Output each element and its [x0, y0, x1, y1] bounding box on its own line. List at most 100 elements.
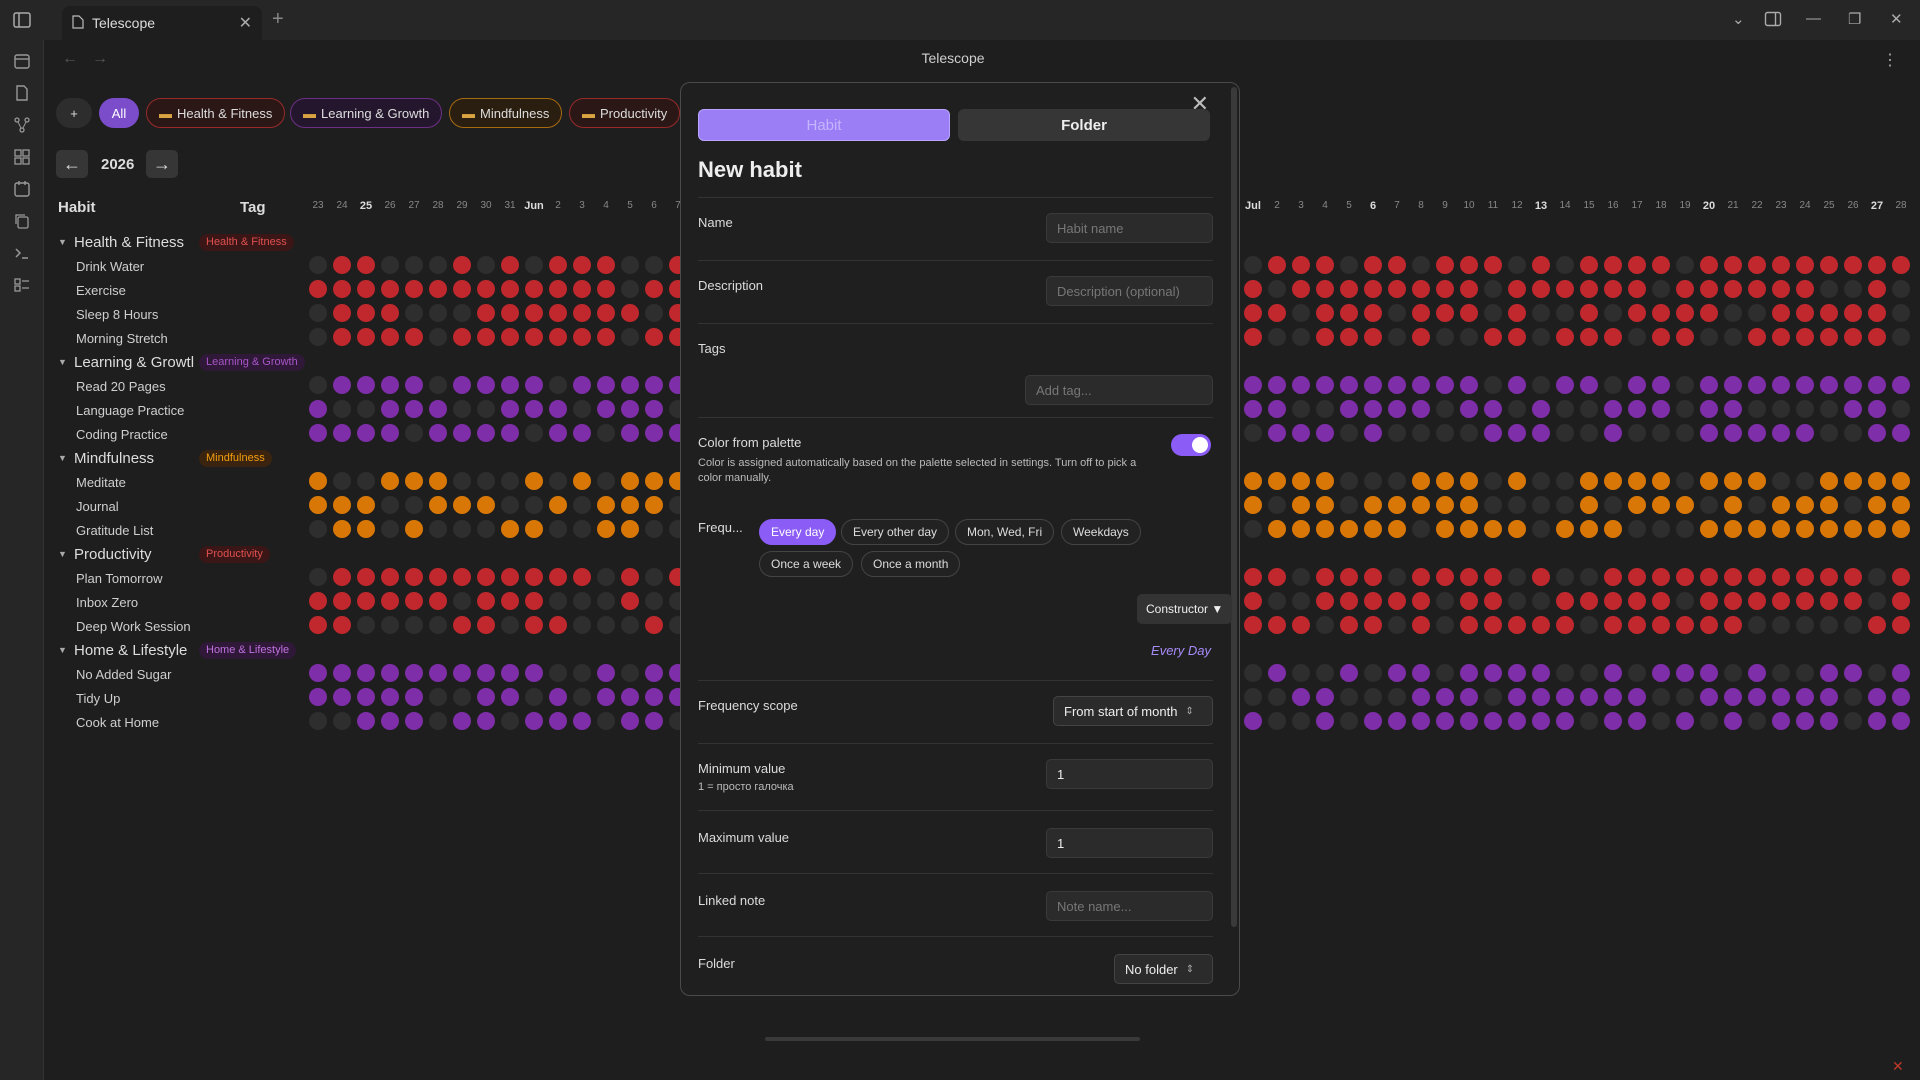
- habit-day-cell[interactable]: [1436, 616, 1454, 634]
- sidebar-toggle-icon[interactable]: [12, 10, 32, 30]
- habit-day-cell[interactable]: [1628, 328, 1646, 346]
- habit-day-cell[interactable]: [477, 496, 495, 514]
- habit-day-cell[interactable]: [1772, 328, 1790, 346]
- frequency-every-other-day[interactable]: Every other day: [841, 519, 950, 545]
- habit-day-cell[interactable]: [1748, 400, 1766, 418]
- habit-day-cell[interactable]: [1412, 304, 1430, 322]
- habit-day-cell[interactable]: [1676, 472, 1694, 490]
- habit-day-cell[interactable]: [1460, 400, 1478, 418]
- habit-day-cell[interactable]: [1604, 400, 1622, 418]
- habit-day-cell[interactable]: [1244, 688, 1262, 706]
- habit-day-cell[interactable]: [1508, 304, 1526, 322]
- habit-day-cell[interactable]: [1724, 592, 1742, 610]
- habit-day-cell[interactable]: [1316, 568, 1334, 586]
- habit-day-cell[interactable]: [333, 424, 351, 442]
- habit-day-cell[interactable]: [1796, 280, 1814, 298]
- habit-day-cell[interactable]: [1292, 616, 1310, 634]
- collapse-caret-icon[interactable]: ▼: [58, 453, 74, 463]
- habit-day-cell[interactable]: [1772, 592, 1790, 610]
- habit-day-cell[interactable]: [1892, 592, 1910, 610]
- habit-day-cell[interactable]: [1844, 520, 1862, 538]
- habit-day-cell[interactable]: [549, 472, 567, 490]
- habit-day-cell[interactable]: [1412, 328, 1430, 346]
- habit-day-cell[interactable]: [1412, 520, 1430, 538]
- habit-day-cell[interactable]: [1388, 280, 1406, 298]
- habit-day-cell[interactable]: [1820, 424, 1838, 442]
- habit-day-cell[interactable]: [1292, 664, 1310, 682]
- habit-day-cell[interactable]: [1796, 472, 1814, 490]
- habit-day-cell[interactable]: [1436, 304, 1454, 322]
- habit-day-cell[interactable]: [1484, 592, 1502, 610]
- habit-day-cell[interactable]: [333, 400, 351, 418]
- habit-day-cell[interactable]: [573, 664, 591, 682]
- habit-day-cell[interactable]: [357, 328, 375, 346]
- tab-folder[interactable]: Folder: [958, 109, 1210, 141]
- habit-day-cell[interactable]: [573, 280, 591, 298]
- habit-row-label[interactable]: Plan Tomorrow: [76, 566, 162, 590]
- habit-day-cell[interactable]: [1700, 712, 1718, 730]
- habit-day-cell[interactable]: [525, 496, 543, 514]
- habit-day-cell[interactable]: [501, 568, 519, 586]
- habit-day-cell[interactable]: [1796, 304, 1814, 322]
- habit-day-cell[interactable]: [1268, 496, 1286, 514]
- habit-day-cell[interactable]: [1868, 520, 1886, 538]
- habit-day-cell[interactable]: [1628, 304, 1646, 322]
- habit-day-cell[interactable]: [477, 400, 495, 418]
- habit-day-cell[interactable]: [645, 520, 663, 538]
- habit-day-cell[interactable]: [1292, 400, 1310, 418]
- habit-day-cell[interactable]: [333, 712, 351, 730]
- habit-day-cell[interactable]: [1460, 328, 1478, 346]
- habit-day-cell[interactable]: [525, 688, 543, 706]
- habit-day-cell[interactable]: [309, 688, 327, 706]
- habit-day-cell[interactable]: [1460, 256, 1478, 274]
- modal-scrollbar[interactable]: [1231, 87, 1237, 927]
- habit-day-cell[interactable]: [1436, 688, 1454, 706]
- habit-day-cell[interactable]: [1892, 472, 1910, 490]
- habit-day-cell[interactable]: [1700, 400, 1718, 418]
- habit-day-cell[interactable]: [1388, 400, 1406, 418]
- habit-day-cell[interactable]: [1868, 592, 1886, 610]
- habit-day-cell[interactable]: [453, 616, 471, 634]
- habit-day-cell[interactable]: [597, 688, 615, 706]
- habit-day-cell[interactable]: [549, 616, 567, 634]
- grid-icon[interactable]: [12, 148, 32, 168]
- habit-day-cell[interactable]: [1676, 376, 1694, 394]
- habit-day-cell[interactable]: [309, 328, 327, 346]
- habit-day-cell[interactable]: [1700, 304, 1718, 322]
- habit-day-cell[interactable]: [1340, 376, 1358, 394]
- habit-day-cell[interactable]: [1796, 520, 1814, 538]
- habit-day-cell[interactable]: [1292, 592, 1310, 610]
- right-sidebar-icon[interactable]: [1764, 10, 1782, 32]
- habit-day-cell[interactable]: [1772, 712, 1790, 730]
- habit-day-cell[interactable]: [1244, 424, 1262, 442]
- habit-day-cell[interactable]: [501, 616, 519, 634]
- habit-day-cell[interactable]: [1340, 496, 1358, 514]
- habit-day-cell[interactable]: [1460, 376, 1478, 394]
- habit-day-cell[interactable]: [1556, 256, 1574, 274]
- habit-day-cell[interactable]: [1892, 712, 1910, 730]
- habit-day-cell[interactable]: [1532, 688, 1550, 706]
- habit-day-cell[interactable]: [573, 328, 591, 346]
- habit-day-cell[interactable]: [621, 688, 639, 706]
- habit-day-cell[interactable]: [1532, 712, 1550, 730]
- habit-row-label[interactable]: Morning Stretch: [76, 326, 168, 350]
- habit-day-cell[interactable]: [1460, 712, 1478, 730]
- habit-day-cell[interactable]: [549, 424, 567, 442]
- habit-day-cell[interactable]: [1772, 520, 1790, 538]
- habit-day-cell[interactable]: [1460, 304, 1478, 322]
- habit-day-cell[interactable]: [357, 376, 375, 394]
- habit-day-cell[interactable]: [1844, 568, 1862, 586]
- habit-day-cell[interactable]: [1748, 424, 1766, 442]
- habit-day-cell[interactable]: [1580, 568, 1598, 586]
- habit-day-cell[interactable]: [1412, 688, 1430, 706]
- habit-day-cell[interactable]: [1556, 328, 1574, 346]
- habit-day-cell[interactable]: [1748, 328, 1766, 346]
- habit-day-cell[interactable]: [1460, 664, 1478, 682]
- prev-year-button[interactable]: ←: [56, 150, 88, 178]
- habit-day-cell[interactable]: [309, 424, 327, 442]
- habit-day-cell[interactable]: [1844, 688, 1862, 706]
- habit-row-label[interactable]: Drink Water: [76, 254, 144, 278]
- habit-day-cell[interactable]: [621, 376, 639, 394]
- habit-day-cell[interactable]: [525, 472, 543, 490]
- habit-day-cell[interactable]: [1532, 304, 1550, 322]
